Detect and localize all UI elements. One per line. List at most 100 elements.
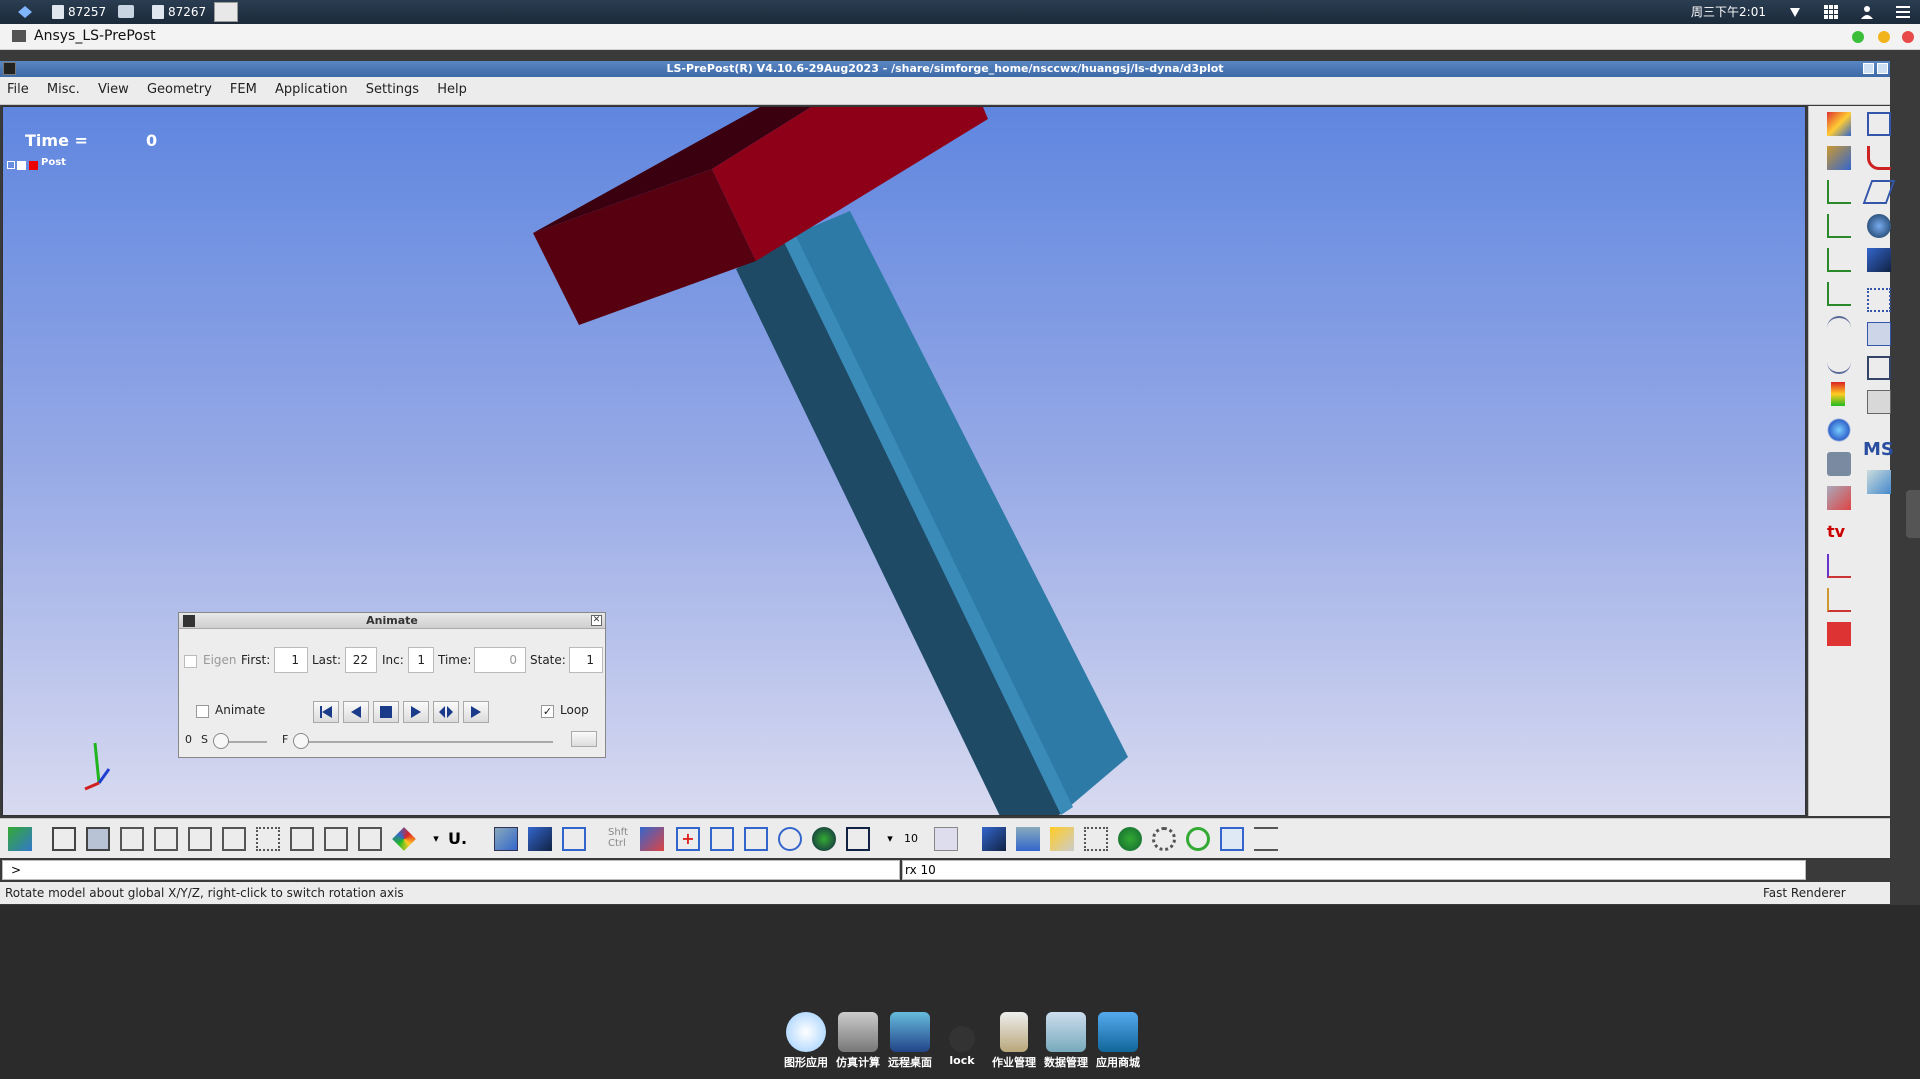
screen-capture-icon[interactable] [1220,827,1244,851]
points-icon[interactable] [256,827,280,851]
network-icon[interactable] [1788,5,1802,19]
grid-icon[interactable] [1084,827,1108,851]
hierarchy-icon[interactable] [1254,827,1278,851]
element-tools-icon[interactable] [1867,390,1891,414]
zoom-fit-icon[interactable] [744,827,768,851]
user-icon[interactable] [1860,5,1874,19]
model-check-icon[interactable] [1867,470,1891,494]
eigen-checkbox[interactable] [184,655,197,668]
view-cube-icon[interactable] [846,827,870,851]
render-mode-icon[interactable] [358,827,382,851]
rotate-axis-icon[interactable] [934,827,958,851]
minimize-button[interactable] [1852,31,1864,43]
chevron-down-icon[interactable]: ▾ [878,827,902,851]
maximize-button[interactable] [1878,31,1890,43]
state-field[interactable]: 1 [569,647,603,673]
perspective-icon[interactable] [494,827,518,851]
refresh-icon[interactable] [1186,827,1210,851]
mesh-icon[interactable] [1867,288,1891,312]
play-pingpong-button[interactable] [433,701,459,723]
window-restore-button[interactable] [1863,63,1874,74]
edge-icon[interactable] [222,827,246,851]
menu-settings[interactable]: Settings [359,77,426,102]
dialog-close-button[interactable]: ✕ [591,615,602,626]
menu-help[interactable]: Help [430,77,474,102]
last-field[interactable]: 22 [345,647,377,673]
globe-icon[interactable] [812,827,836,851]
particle-icon[interactable] [1827,418,1851,442]
folder-icon[interactable] [118,5,134,18]
app-task-icon[interactable] [214,2,238,22]
wireframe-icon[interactable] [52,827,76,851]
animate-checkbox[interactable] [196,705,209,718]
history-plot-icon[interactable] [1827,180,1851,204]
dock-lock[interactable]: lock [940,1012,984,1067]
speed-slider-handle[interactable] [213,733,229,749]
ms-icon[interactable]: MS [1863,438,1894,462]
shaded-mesh-icon[interactable] [86,827,110,851]
dock-simulation[interactable]: 仿真计算 [836,1012,880,1070]
mirror-icon[interactable] [1827,622,1851,646]
rotate-icon[interactable] [778,827,802,851]
frame-slider-handle[interactable] [293,733,309,749]
system-logo-icon[interactable] [16,3,34,21]
solid-sphere-icon[interactable] [1867,214,1891,238]
vector-icon[interactable]: tv [1827,520,1851,544]
inc-field[interactable]: 1 [408,647,434,673]
dock-job-manager[interactable]: 作业管理 [992,1012,1036,1070]
model-file-icon[interactable] [1867,112,1891,136]
binout-plot-icon[interactable] [1827,282,1851,306]
frame-slider-track[interactable] [297,741,553,743]
path-icon[interactable] [1827,350,1851,374]
task-item-2[interactable]: 87267 [152,3,206,21]
rotation-step-label[interactable]: 10 [904,827,928,851]
ascii-plot-icon[interactable] [1827,248,1851,272]
zoom-in-icon[interactable]: + [676,827,700,851]
rewind-button[interactable] [313,701,339,723]
step-forward-button[interactable] [463,701,489,723]
curve-icon[interactable] [1827,316,1851,340]
window-close-button[interactable] [1877,63,1888,74]
mesh-edit-icon[interactable] [1867,322,1891,346]
menu-view[interactable]: View [91,77,136,102]
mesh-shaded-icon[interactable] [324,827,348,851]
menu-application[interactable]: Application [268,77,355,102]
play-forward-button[interactable] [403,701,429,723]
u-deform-icon[interactable]: U. [448,827,472,851]
stop-button[interactable] [373,701,399,723]
dock-graphics-app[interactable]: 图形应用 [784,1012,828,1070]
shaded-icon[interactable] [120,827,144,851]
curve-edit-icon[interactable] [1867,146,1891,170]
element-grid-icon[interactable] [1867,356,1891,380]
hidden-line-icon[interactable] [154,827,178,851]
home-view-icon[interactable] [1016,827,1040,851]
lighting-icon[interactable] [1050,827,1074,851]
solid-view-icon[interactable] [528,827,552,851]
loop-checkbox[interactable]: ✓ [541,705,554,718]
selection-icon[interactable] [1827,146,1851,170]
section-plane-icon[interactable] [1827,486,1851,510]
settings-gear-icon[interactable] [1152,827,1176,851]
animate-dialog-title-bar[interactable]: Animate ✕ [179,613,605,629]
background-icon[interactable] [1118,827,1142,851]
solid-cube-icon[interactable] [1867,248,1891,272]
zoom-window-icon[interactable] [710,827,734,851]
pick-icon[interactable] [640,827,664,851]
menu-fem[interactable]: FEM [223,77,264,102]
part-color-cube-icon[interactable] [1827,112,1851,136]
command-input[interactable]: > [2,860,900,880]
panel-collapse-handle[interactable] [1906,490,1920,538]
model-tree-icon[interactable] [8,827,32,851]
feature-line-icon[interactable] [188,827,212,851]
cube-blue-icon[interactable] [982,827,1006,851]
task-item-1[interactable]: 87257 [52,3,106,21]
dock-data-manager[interactable]: 数据管理 [1044,1012,1088,1070]
menu-misc[interactable]: Misc. [40,77,87,102]
first-field[interactable]: 1 [274,647,308,673]
menu-icon[interactable] [1896,5,1910,19]
apps-grid-icon[interactable] [1824,4,1838,19]
menu-geometry[interactable]: Geometry [140,77,219,102]
fringe-legend-icon[interactable] [1831,382,1845,406]
fringe-icon[interactable] [392,827,416,851]
transparent-view-icon[interactable] [562,827,586,851]
